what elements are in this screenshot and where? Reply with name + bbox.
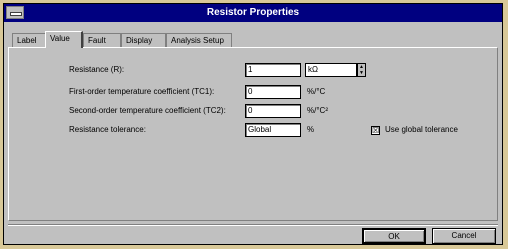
tc2-unit: %/°C² bbox=[307, 106, 328, 115]
tab-label[interactable]: Label bbox=[12, 33, 46, 47]
global-tolerance-checkbox[interactable]: ☒ bbox=[371, 126, 380, 135]
tab-fault[interactable]: Fault bbox=[83, 33, 121, 47]
tab-value[interactable]: Value bbox=[45, 31, 83, 48]
window-title: Resistor Properties bbox=[206, 7, 300, 18]
tc2-label: Second-order temperature coefficient (TC… bbox=[69, 106, 226, 115]
tolerance-unit: % bbox=[307, 125, 315, 134]
value-tab-panel: Resistance (R): 1 kΩ ▲ ▼ First-order tem… bbox=[8, 47, 498, 221]
resistance-unit-select[interactable]: kΩ bbox=[305, 63, 357, 77]
tolerance-input[interactable]: Global bbox=[245, 123, 301, 137]
spin-down-icon[interactable]: ▼ bbox=[358, 70, 365, 76]
resistance-label: Resistance (R): bbox=[69, 65, 125, 74]
tab-display[interactable]: Display bbox=[121, 33, 166, 47]
global-tolerance-label[interactable]: Use global tolerance bbox=[385, 125, 458, 134]
footer-divider bbox=[8, 224, 498, 226]
ok-button[interactable]: OK bbox=[362, 228, 426, 244]
tc1-unit: %/°C bbox=[307, 87, 326, 96]
resistance-unit-spinner[interactable]: ▲ ▼ bbox=[357, 63, 366, 77]
tc2-input[interactable]: 0 bbox=[245, 104, 301, 118]
cancel-button[interactable]: Cancel bbox=[432, 228, 496, 244]
title-bar[interactable]: Resistor Properties bbox=[4, 4, 502, 22]
resistance-input[interactable]: 1 bbox=[245, 63, 301, 77]
resistor-properties-dialog: Resistor Properties Label Value Fault Di… bbox=[3, 3, 503, 245]
tolerance-label: Resistance tolerance: bbox=[69, 125, 146, 134]
tc1-input[interactable]: 0 bbox=[245, 85, 301, 99]
tab-analysis-setup[interactable]: Analysis Setup bbox=[166, 33, 232, 47]
tc1-label: First-order temperature coefficient (TC1… bbox=[69, 87, 215, 96]
